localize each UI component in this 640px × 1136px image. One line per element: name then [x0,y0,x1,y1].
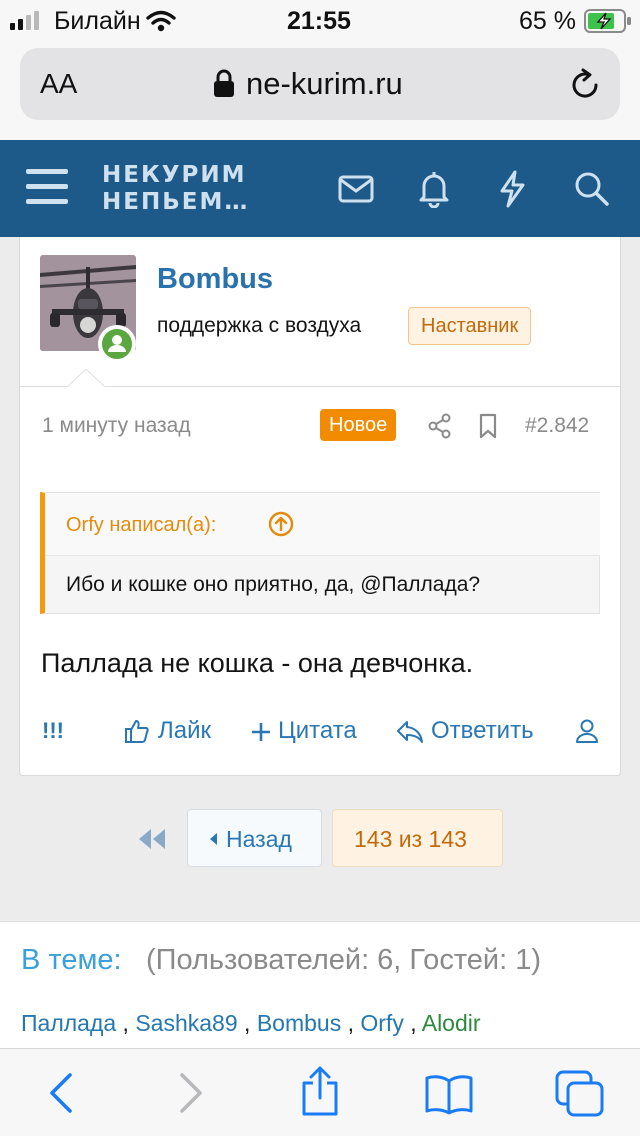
thread-content: Bombus поддержка с воздуха Наставник 1 м… [0,237,640,921]
reload-icon[interactable] [568,68,602,102]
post-number[interactable]: #2.842 [525,414,589,438]
url-domain: ne-kurim.ru [246,66,403,101]
carrier-name: Билайн [54,7,141,35]
search-icon[interactable] [574,171,610,207]
status-bar: Билайн 21:55 65 % [0,0,640,40]
quote-label: Цитата [278,717,357,744]
clock: 21:55 [287,7,351,35]
post-timestamp[interactable]: 1 минуту назад [42,414,191,438]
text-size-button[interactable]: AA [40,68,77,100]
plus-icon [252,723,270,741]
wifi-icon [146,10,176,32]
post-body: Паллада не кошка - она девчонка. [41,648,474,678]
user-profile-icon[interactable] [575,718,599,744]
bookmarks-icon[interactable] [424,1073,474,1115]
post-author[interactable]: Bombus [157,263,273,296]
browser-address-area: AA ne-kurim.ru [0,40,640,140]
separator: , [403,1010,422,1036]
post-card: Bombus поддержка с воздуха Наставник 1 м… [19,237,621,776]
prev-page-button[interactable]: Назад [187,809,322,867]
viewer-user-link[interactable]: Паллада [21,1010,116,1036]
share-sheet-icon[interactable] [300,1065,340,1117]
online-status-badge [98,325,136,363]
quote-header[interactable]: Orfy написал(а): [45,493,600,556]
like-label: Лайк [158,717,212,744]
viewers-label: В теме: [21,944,122,976]
signal-icon [10,10,46,30]
user-online-icon [108,335,126,352]
viewers-count: (Пользователей: 6, Гостей: 1) [146,944,541,976]
conversations-icon[interactable] [338,174,374,204]
user-block-pointer [66,369,106,389]
post-user-block: Bombus поддержка с воздуха Наставник [20,237,620,387]
quote-block: Orfy написал(а): Ибо и кошке оно приятно… [40,492,600,614]
lock-icon [214,69,234,97]
separator: , [237,1010,257,1036]
first-page-icon[interactable] [136,827,168,851]
viewer-user-link[interactable]: Bombus [257,1010,341,1036]
share-icon[interactable] [428,413,452,439]
logo-line-1: НЕКУРИМ [102,162,247,188]
viewer-user-link[interactable]: Sashka89 [135,1010,237,1036]
bell-icon[interactable] [418,170,450,208]
battery-percent: 65 % [519,7,576,35]
viewer-list: Паллада , Sashka89 , Bombus , Orfy , Alo… [21,1010,481,1037]
site-header: НЕКУРИМ НЕПЬЕМ… [0,140,640,237]
quote-text: Ибо и кошке оно приятно, да, @Паллада? [66,573,481,596]
tabs-icon[interactable] [555,1070,605,1118]
address-bar[interactable]: AA ne-kurim.ru [20,48,620,120]
battery-icon [584,9,631,33]
user-title: поддержка с воздуха [157,314,362,337]
new-badge: Новое [320,409,397,441]
lightning-icon[interactable] [497,170,527,208]
bookmark-icon[interactable] [478,413,498,439]
back-icon[interactable] [48,1073,74,1113]
reply-label: Ответить [431,717,534,744]
caret-left-icon [210,833,217,845]
thumbs-up-icon [125,720,149,743]
separator: , [116,1010,136,1036]
separator: , [341,1010,361,1036]
site-logo[interactable]: НЕКУРИМ НЕПЬЕМ… [102,162,249,216]
report-button[interactable]: !!! [42,718,64,744]
thread-viewers: В теме: (Пользователей: 6, Гостей: 1) Па… [0,921,640,1048]
quote-expand-icon[interactable] [268,511,294,537]
reply-icon [397,721,423,743]
viewer-user-link[interactable]: Alodir [422,1010,481,1036]
menu-icon[interactable] [24,167,70,207]
viewer-user-link[interactable]: Orfy [360,1010,403,1036]
logo-line-2: НЕПЬЕМ… [102,189,250,215]
forward-icon[interactable] [178,1073,204,1113]
prev-page-label: Назад [226,826,292,852]
page-position-label: 143 из 143 [354,826,467,852]
page-position[interactable]: 143 из 143 [332,809,503,867]
browser-toolbar [0,1048,640,1136]
mentor-badge: Наставник [408,307,532,345]
quote-author[interactable]: Orfy написал(а): [66,514,216,537]
